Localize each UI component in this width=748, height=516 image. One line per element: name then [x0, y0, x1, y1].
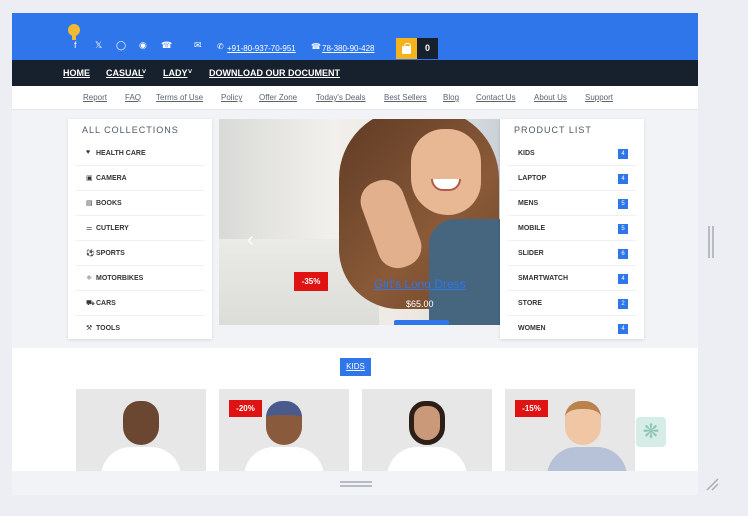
collection-item[interactable]: ⚛ MOTORBIKES [76, 266, 204, 291]
discount-badge: -15% [515, 400, 548, 417]
collection-item[interactable]: ♥ HEALTH CARE [76, 141, 204, 166]
top-header-bar: f 𝕏 ◯ ◉ ☎ ✉ ✆ +91-80-937-70-951 ☎ 78-380… [12, 13, 698, 60]
product-category-item[interactable]: SMARTWATCH 4 [508, 266, 636, 291]
hero-discount-badge: -35% [294, 272, 328, 291]
collection-item[interactable]: ⛟ CARS [76, 291, 204, 316]
collection-item[interactable]: ⚌ CUTLERY [76, 216, 204, 241]
nav-home[interactable]: HOME [63, 68, 90, 78]
camera-icon: ▣ [86, 175, 93, 182]
site-logo-icon[interactable] [68, 24, 80, 40]
whatsapp-link[interactable]: 78-380-90-428 [322, 44, 374, 53]
product-image-shirt [101, 447, 181, 471]
count-badge: 4 [618, 274, 628, 284]
link-policy[interactable]: Policy [221, 93, 242, 102]
count-badge: 4 [618, 324, 628, 334]
main-navigation: HOME CASUAL ˅ LADY ˅ DOWNLOAD OUR DOCUME… [12, 60, 698, 86]
twitter-icon[interactable]: 𝕏 [95, 40, 102, 50]
hero-shop-button[interactable] [394, 320, 449, 325]
cart-count: 0 [424, 43, 430, 53]
count-badge: 2 [618, 299, 628, 309]
whatsapp-small-icon: ☎ [311, 42, 321, 51]
product-category-item[interactable]: LAPTOP 4 [508, 166, 636, 191]
ball-icon: ⚽ [86, 250, 95, 257]
car-icon: ⛟ [86, 300, 95, 307]
chevron-down-icon: ˅ [188, 69, 193, 76]
product-category-item[interactable]: MOBILE 5 [508, 216, 636, 241]
facebook-icon[interactable]: f [74, 40, 77, 50]
link-offer-zone[interactable]: Offer Zone [259, 93, 297, 102]
hero-model-face [411, 129, 481, 215]
product-card[interactable]: -20% [219, 389, 349, 471]
horizontal-resize-handle[interactable] [340, 481, 372, 487]
product-image [123, 401, 159, 445]
product-image-shirt [244, 447, 324, 471]
link-best-sellers[interactable]: Best Sellers [384, 93, 427, 102]
count-badge: 5 [618, 224, 628, 234]
product-card[interactable]: -15% [505, 389, 635, 471]
motorbike-icon: ⚛ [86, 275, 93, 282]
product-category-item[interactable]: STORE 2 [508, 291, 636, 316]
link-support[interactable]: Support [585, 93, 613, 102]
product-category-item[interactable]: MENS 5 [508, 191, 636, 216]
hero-model-shirt [429, 219, 502, 325]
product-card[interactable] [76, 389, 206, 471]
wrench-icon: ⚒ [86, 325, 93, 332]
phone-link[interactable]: +91-80-937-70-951 [227, 44, 296, 53]
kids-section: KIDS -20% -15% [12, 348, 698, 471]
hero-product-title[interactable]: Girl's Long Dress [374, 277, 466, 291]
collection-item[interactable]: ⚒ TOOLS [76, 316, 204, 341]
link-about-us[interactable]: About Us [534, 93, 567, 102]
email-icon[interactable]: ✉ [194, 40, 202, 50]
collection-item[interactable]: ⚽ SPORTS [76, 241, 204, 266]
product-image [266, 401, 302, 445]
chat-widget-icon[interactable]: ❋ [636, 417, 666, 447]
product-image-shirt [547, 447, 627, 471]
resize-grip-icon[interactable] [704, 476, 720, 492]
slider-prev-icon[interactable]: ‹ [247, 229, 254, 252]
product-category-item[interactable]: KIDS 4 [508, 141, 636, 166]
nav-download-document[interactable]: DOWNLOAD OUR DOCUMENT [209, 68, 340, 78]
collections-title: ALL COLLECTIONS [82, 125, 179, 135]
vertical-scroll-handle[interactable] [708, 226, 714, 258]
instagram-icon[interactable]: ◯ [116, 40, 126, 50]
shopping-bag-icon [396, 38, 417, 59]
whatsapp-icon[interactable]: ☎ [161, 40, 172, 50]
book-icon: ▤ [86, 200, 93, 207]
heartbeat-icon: ♥ [86, 149, 91, 156]
count-badge: 4 [618, 149, 628, 159]
collection-item[interactable]: ▤ BOOKS [76, 191, 204, 216]
link-report[interactable]: Report [83, 93, 107, 102]
link-contact-us[interactable]: Contact Us [476, 93, 516, 102]
hero-product-price: $65.00 [406, 299, 434, 309]
tab-kids[interactable]: KIDS [340, 358, 371, 376]
collections-panel: ALL COLLECTIONS ♥ HEALTH CARE ▣ CAMERA ▤ BO… [68, 119, 212, 339]
link-faq[interactable]: FAQ [125, 93, 141, 102]
product-list-title: PRODUCT LIST [514, 125, 592, 135]
product-image-shirt [387, 447, 467, 471]
secondary-navigation: Report FAQ Terms of Use Policy Offer Zon… [12, 86, 698, 110]
count-badge: 5 [618, 199, 628, 209]
link-terms[interactable]: Terms of Use [156, 93, 203, 102]
link-blog[interactable]: Blog [443, 93, 459, 102]
nav-casual[interactable]: CASUAL [106, 68, 144, 78]
count-badge: 6 [618, 249, 628, 259]
phone-icon: ✆ [217, 42, 224, 51]
nav-lady[interactable]: LADY [163, 68, 188, 78]
product-category-item[interactable]: SLIDER 6 [508, 241, 636, 266]
collection-item[interactable]: ▣ CAMERA [76, 166, 204, 191]
browser-viewport: f 𝕏 ◯ ◉ ☎ ✉ ✆ +91-80-937-70-951 ☎ 78-380… [12, 13, 698, 471]
product-image [565, 401, 601, 445]
cutlery-icon: ⚌ [86, 225, 93, 232]
product-category-item[interactable]: WOMEN 4 [508, 316, 636, 341]
hero-slider[interactable]: ‹ -35% Girl's Long Dress $65.00 [219, 119, 502, 325]
cart-button[interactable]: 0 [396, 38, 438, 59]
pinterest-icon[interactable]: ◉ [139, 40, 147, 50]
discount-badge: -20% [229, 400, 262, 417]
link-todays-deals[interactable]: Today's Deals [316, 93, 366, 102]
count-badge: 4 [618, 174, 628, 184]
product-list-panel: PRODUCT LIST KIDS 4 LAPTOP 4 MENS 5 MOBILE 5… [500, 119, 644, 339]
product-card[interactable] [362, 389, 492, 471]
product-image [409, 401, 445, 445]
chevron-down-icon: ˅ [142, 69, 147, 76]
